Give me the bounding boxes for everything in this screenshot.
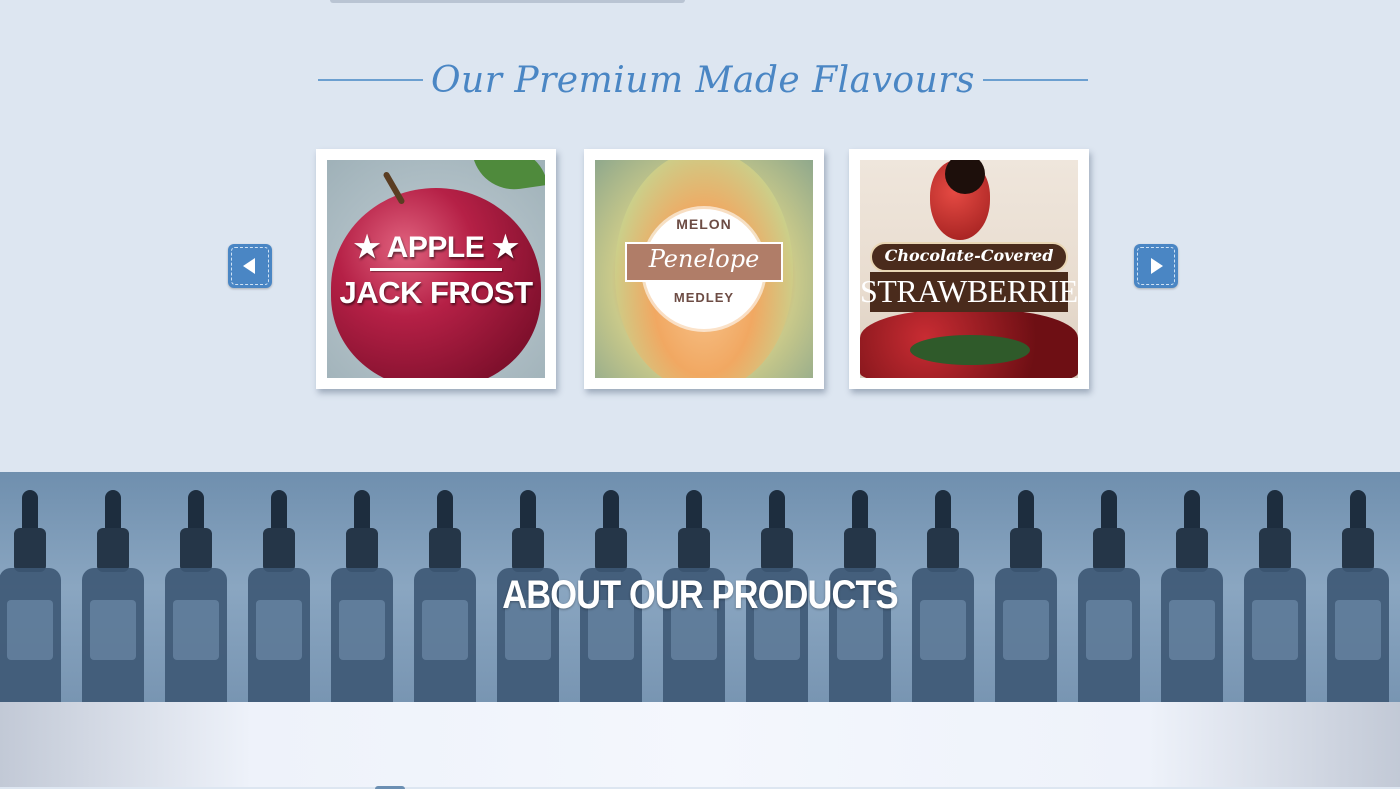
- flavour-card-strawberries[interactable]: Chocolate-Covered STRAWBERRIES: [849, 149, 1089, 389]
- heading-line-left: [318, 79, 424, 81]
- carousel-next-button[interactable]: [1134, 244, 1178, 288]
- top-bar-remnant: [330, 0, 685, 3]
- strawberry-card-small: Chocolate-Covered: [884, 246, 1054, 265]
- strawberry-card-big: STRAWBERRIES: [860, 273, 1078, 309]
- section-title: Our Premium Made Flavours: [431, 59, 975, 101]
- apple-card-line1: ★ APPLE ★: [353, 231, 519, 264]
- about-products-banner: ABOUT OUR PRODUCTS: [0, 472, 1400, 702]
- melon-card-middle: Penelope: [648, 245, 760, 273]
- bottle-silhouette: [1325, 490, 1391, 702]
- melon-image: MELON Penelope MEDLEY: [595, 160, 813, 378]
- carousel-prev-button[interactable]: [228, 244, 272, 288]
- next-section: [0, 702, 1400, 789]
- apple-card-rule: [370, 268, 502, 271]
- section-heading: Our Premium Made Flavours: [318, 52, 1088, 108]
- about-products-title: ABOUT OUR PRODUCTS: [502, 573, 898, 617]
- arrow-left-icon: [243, 258, 255, 274]
- flavour-card-apple[interactable]: ★ APPLE ★ JACK FROST: [316, 149, 556, 389]
- melon-card-top: MELON: [676, 216, 732, 232]
- heading-line-right: [982, 79, 1088, 81]
- arrow-right-icon: [1151, 258, 1163, 274]
- apple-image: ★ APPLE ★ JACK FROST: [327, 160, 545, 378]
- flavour-card-melon[interactable]: MELON Penelope MEDLEY: [584, 149, 824, 389]
- melon-card-bottom: MEDLEY: [673, 290, 735, 305]
- strawberry-image: Chocolate-Covered STRAWBERRIES: [860, 160, 1078, 378]
- bottle-silhouette: [0, 490, 63, 702]
- apple-card-line2: JACK FROST: [339, 275, 533, 310]
